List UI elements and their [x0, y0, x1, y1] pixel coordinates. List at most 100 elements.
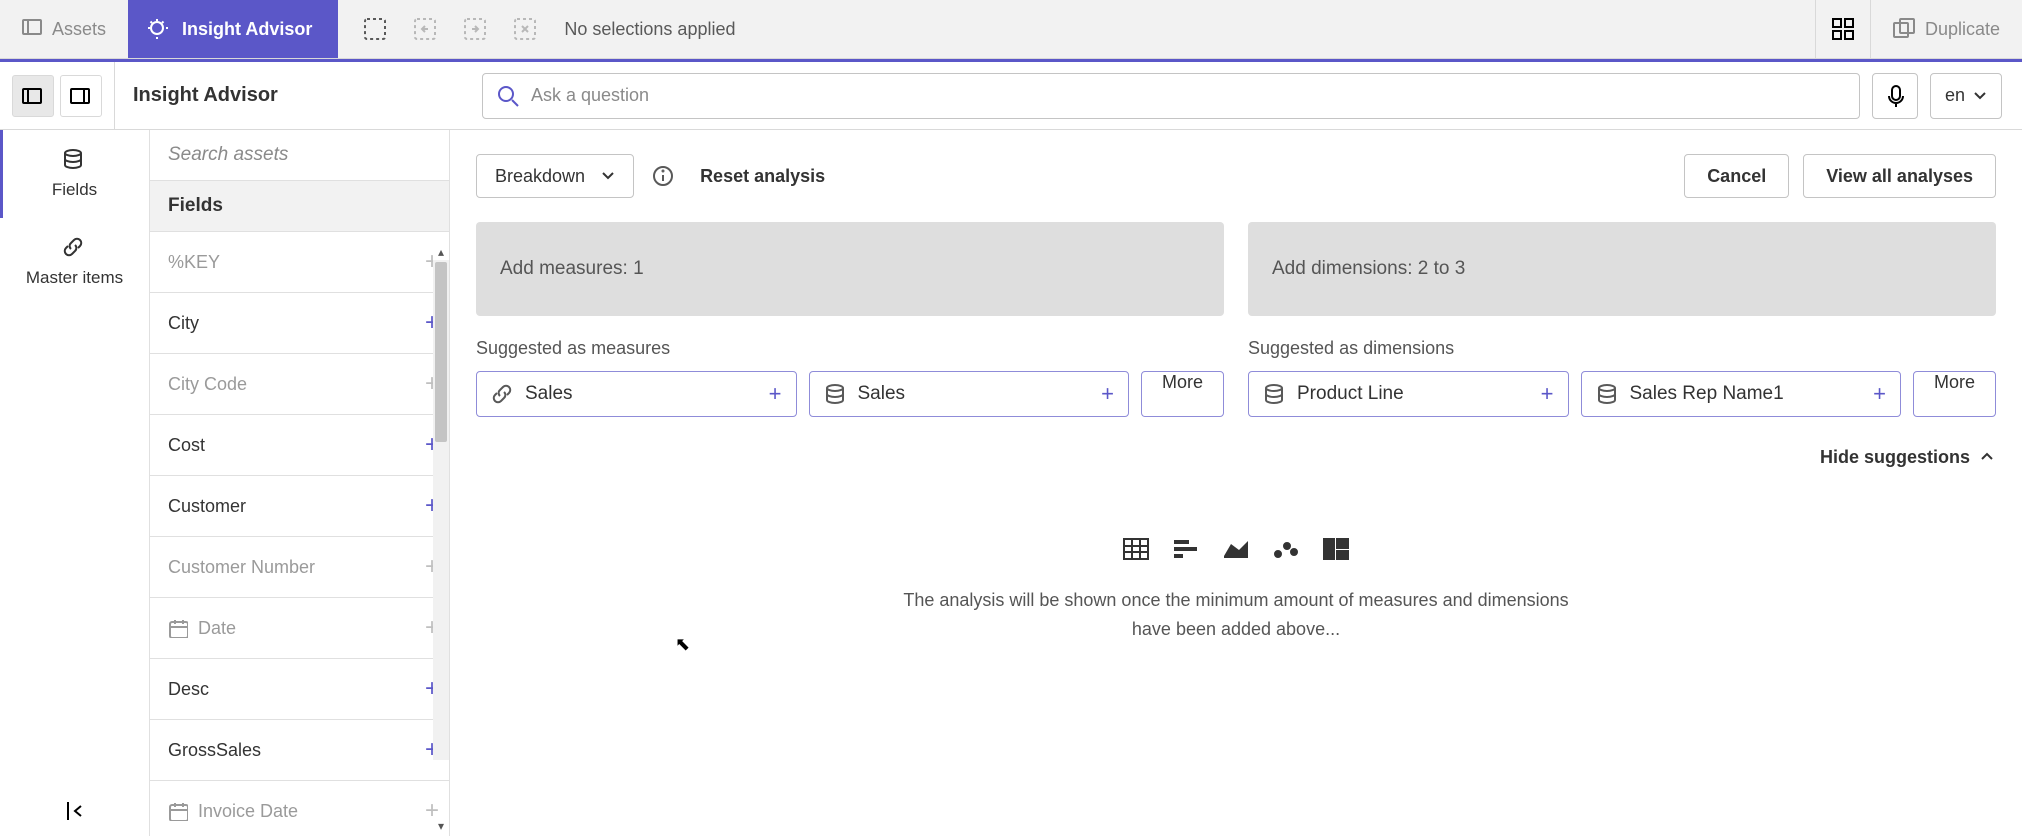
dimension-chip[interactable]: Product Line + [1248, 371, 1569, 417]
hide-suggestions-toggle[interactable]: Hide suggestions [476, 447, 1996, 468]
chip-label: Sales Rep Name1 [1630, 383, 1784, 405]
cancel-button[interactable]: Cancel [1684, 154, 1789, 198]
left-panel-toggle[interactable] [12, 75, 54, 117]
chevron-up-icon [1980, 450, 1996, 466]
insight-tab-label: Insight Advisor [182, 19, 312, 40]
insight-advisor-tab[interactable]: Insight Advisor [128, 0, 338, 58]
duplicate-button[interactable]: Duplicate [1871, 0, 2022, 58]
more-measure-button[interactable]: More [1141, 371, 1224, 417]
field-label: Customer [168, 496, 246, 517]
page-title: Insight Advisor [133, 84, 278, 107]
duplicate-label: Duplicate [1925, 19, 2000, 40]
question-input[interactable] [531, 85, 1845, 106]
database-icon [824, 383, 846, 405]
selection-toolbar: No selections applied [338, 18, 761, 40]
view-all-analyses-button[interactable]: View all analyses [1803, 154, 1996, 198]
rail-master-label: Master items [26, 268, 123, 288]
field-item[interactable]: %KEY+ [150, 232, 449, 293]
field-label: Desc [168, 679, 209, 700]
dimensions-dropzone[interactable]: Add dimensions: 2 to 3 [1248, 222, 1996, 316]
table-icon [1123, 538, 1149, 560]
top-toolbar: Assets Insight Advisor No selections app… [0, 0, 2022, 59]
analysis-type-label: Breakdown [495, 166, 585, 187]
field-label: %KEY [168, 252, 220, 273]
treemap-icon [1323, 538, 1349, 560]
rail-fields-label: Fields [52, 180, 97, 200]
field-item[interactable]: Customer Number+ [150, 537, 449, 598]
hide-suggestions-label: Hide suggestions [1820, 447, 1970, 468]
add-chip-button[interactable]: + [1873, 381, 1886, 407]
add-chip-button[interactable]: + [769, 381, 782, 407]
field-item[interactable]: Date+ [150, 598, 449, 659]
microphone-icon [1886, 85, 1904, 107]
dimensions-dropzone-label: Add dimensions: 2 to 3 [1272, 258, 1465, 280]
field-label: Date [198, 618, 236, 639]
measure-chip[interactable]: Sales + [476, 371, 797, 417]
field-label: Customer Number [168, 557, 315, 578]
rail-collapse-button[interactable] [0, 786, 149, 836]
field-item[interactable]: City Code+ [150, 354, 449, 415]
right-panel-toggle[interactable] [60, 75, 102, 117]
bulb-icon [146, 18, 168, 40]
field-label: GrossSales [168, 740, 261, 761]
dimension-chip[interactable]: Sales Rep Name1 + [1581, 371, 1902, 417]
area-icon [1223, 538, 1249, 560]
field-label: Invoice Date [198, 801, 298, 822]
field-label: Cost [168, 435, 205, 456]
add-chip-button[interactable]: + [1101, 381, 1114, 407]
measures-dropzone[interactable]: Add measures: 1 [476, 222, 1224, 316]
language-selector[interactable]: en [1930, 73, 2002, 119]
search-icon [497, 85, 519, 107]
selection-clear-icon[interactable] [514, 18, 536, 40]
rail-master-items[interactable]: Master items [0, 218, 149, 306]
assets-scroll-thumb[interactable] [435, 262, 447, 442]
field-item[interactable]: City+ [150, 293, 449, 354]
chip-label: Sales [858, 383, 906, 405]
field-item[interactable]: Desc+ [150, 659, 449, 720]
chip-label: Sales [525, 383, 573, 405]
no-selections-label: No selections applied [564, 19, 735, 40]
selection-back-icon[interactable] [414, 18, 436, 40]
field-label: City [168, 313, 199, 334]
suggested-measures-title: Suggested as measures [476, 338, 1224, 359]
link-icon [491, 383, 513, 405]
language-label: en [1945, 85, 1965, 106]
measures-dropzone-label: Add measures: 1 [500, 258, 644, 280]
scroll-up-arrow[interactable]: ▴ [433, 244, 449, 260]
grid-view-button[interactable] [1815, 0, 1871, 58]
reset-analysis-link[interactable]: Reset analysis [700, 166, 825, 187]
field-item[interactable]: Invoice Date+ [150, 781, 449, 836]
chip-label: Product Line [1297, 383, 1404, 405]
rail-fields[interactable]: Fields [0, 130, 149, 218]
chevron-down-icon [1973, 89, 1987, 103]
assets-search-input[interactable] [168, 144, 431, 166]
grid-icon [1832, 18, 1854, 40]
analysis-placeholder: The analysis will be shown once the mini… [476, 538, 1996, 644]
field-item[interactable]: GrossSales+ [150, 720, 449, 781]
assets-search[interactable] [150, 130, 449, 181]
field-item[interactable]: Cost+ [150, 415, 449, 476]
bars-icon [1173, 538, 1199, 560]
selection-forward-icon[interactable] [464, 18, 486, 40]
info-icon[interactable] [652, 165, 674, 187]
assets-header: Fields [150, 181, 449, 232]
scatter-icon [1273, 538, 1299, 560]
measure-chip[interactable]: Sales + [809, 371, 1130, 417]
scroll-down-arrow[interactable]: ▾ [433, 818, 449, 834]
database-icon [62, 148, 88, 174]
question-search[interactable] [482, 73, 1860, 119]
field-label: City Code [168, 374, 247, 395]
suggested-dimensions-title: Suggested as dimensions [1248, 338, 1996, 359]
left-rail: Fields Master items [0, 130, 150, 836]
field-item[interactable]: Customer+ [150, 476, 449, 537]
assets-tab[interactable]: Assets [0, 0, 128, 58]
panel-left-icon [22, 88, 44, 104]
add-chip-button[interactable]: + [1541, 381, 1554, 407]
chevron-down-icon [601, 169, 615, 183]
more-dimension-button[interactable]: More [1913, 371, 1996, 417]
panel-icon [22, 19, 42, 39]
selection-icon[interactable] [364, 18, 386, 40]
voice-input-button[interactable] [1872, 73, 1918, 119]
analysis-type-dropdown[interactable]: Breakdown [476, 154, 634, 198]
database-icon [1263, 383, 1285, 405]
